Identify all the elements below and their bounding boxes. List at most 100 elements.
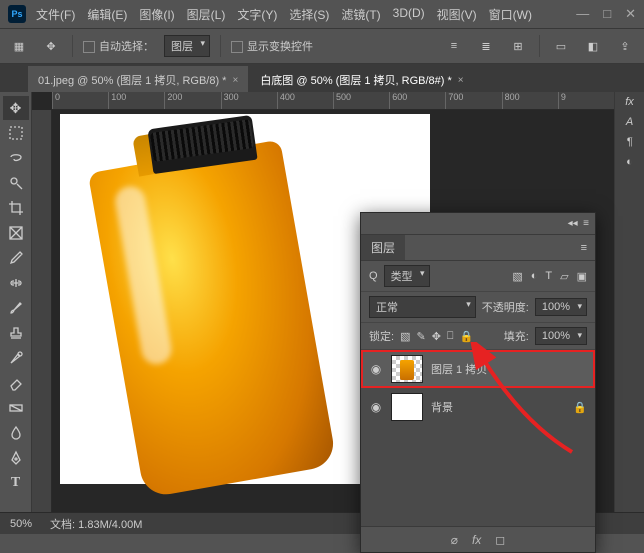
frame-tool[interactable]	[3, 221, 29, 245]
window-controls: — □ ✕	[576, 6, 636, 22]
maximize-button[interactable]: □	[603, 6, 611, 22]
fx-icon[interactable]: fx	[472, 533, 481, 547]
move-tool-icon[interactable]: ✥	[40, 35, 62, 57]
menu-view[interactable]: 视图(V)	[437, 6, 477, 23]
filter-pixel-icon[interactable]: ▧	[512, 270, 522, 283]
lock-label: 锁定:	[369, 328, 394, 344]
brush-tool[interactable]	[3, 296, 29, 320]
show-transform-label: 显示变换控件	[247, 41, 313, 53]
ruler-tick: 300	[221, 92, 277, 109]
align-icon[interactable]: ⊞	[507, 35, 529, 57]
layer-filter-row: Q 类型 ▧ ◐ T ▱ ▣	[361, 261, 595, 292]
layers-panel: ◂◂ ≡ 图层 ≡ Q 类型 ▧ ◐ T ▱ ▣ 正常 不透明度: 100% 锁…	[360, 212, 596, 553]
menu-layer[interactable]: 图层(L)	[187, 6, 226, 23]
tab-01jpeg[interactable]: 01.jpeg @ 50% (图层 1 拷贝, RGB/8) *×	[28, 66, 248, 92]
layer-thumbnail[interactable]	[391, 393, 423, 421]
opacity-input[interactable]: 100%	[535, 298, 587, 316]
paragraph-icon[interactable]: ¶	[627, 136, 633, 148]
type-tool[interactable]: T	[3, 471, 29, 495]
menu-3d[interactable]: 3D(D)	[393, 6, 425, 23]
layer-name[interactable]: 图层 1 拷贝	[431, 361, 487, 377]
gradient-tool[interactable]	[3, 396, 29, 420]
ruler-tick: 600	[389, 92, 445, 109]
close-button[interactable]: ✕	[625, 6, 636, 22]
filter-type-icon[interactable]: T	[545, 270, 552, 283]
layer-name[interactable]: 背景	[431, 399, 453, 415]
right-icon-rail: fx A ¶ ◐	[614, 92, 644, 512]
healing-tool[interactable]	[3, 271, 29, 295]
lock-icon: 🔒	[573, 401, 587, 414]
panel-menu-icon[interactable]: ≡	[581, 242, 587, 254]
app-logo: Ps	[8, 5, 26, 23]
blend-mode-select[interactable]: 正常	[369, 296, 476, 318]
eraser-tool[interactable]	[3, 371, 29, 395]
tab-whitebg[interactable]: 白底图 @ 50% (图层 1 拷贝, RGB/8#) *×	[250, 66, 473, 92]
eyedropper-tool[interactable]	[3, 246, 29, 270]
crop-tool[interactable]	[3, 196, 29, 220]
fill-label: 填充:	[504, 328, 529, 344]
lock-pos-icon[interactable]: ✥	[432, 330, 441, 343]
tool-bar: ✥ T	[0, 92, 32, 512]
mask-icon[interactable]: ◻	[495, 533, 505, 547]
panel-header[interactable]: ◂◂ ≡	[361, 213, 595, 235]
filter-kind-select[interactable]: 类型	[384, 265, 430, 287]
show-transform-checkbox[interactable]: 显示变换控件	[231, 38, 313, 54]
layers-tab[interactable]: 图层	[361, 235, 405, 260]
move-tool[interactable]: ✥	[3, 96, 29, 120]
filter-shape-icon[interactable]: ▱	[560, 270, 568, 283]
stamp-tool[interactable]	[3, 321, 29, 345]
lasso-tool[interactable]	[3, 146, 29, 170]
share-icon[interactable]: ⇪	[614, 35, 636, 57]
title-bar: Ps 文件(F) 编辑(E) 图像(I) 图层(L) 文字(Y) 选择(S) 滤…	[0, 0, 644, 28]
menu-filter[interactable]: 滤镜(T)	[341, 6, 380, 23]
lock-row: 锁定: ▧ ✎ ✥ ⎕ 🔒 填充: 100%	[361, 323, 595, 350]
swatch-icon[interactable]: ◐	[626, 156, 633, 168]
pen-tool[interactable]	[3, 446, 29, 470]
menu-file[interactable]: 文件(F)	[36, 6, 75, 23]
lock-all-icon[interactable]: 🔒	[460, 330, 474, 343]
mode-icon[interactable]: ◧	[582, 35, 604, 57]
character-icon[interactable]: A	[626, 116, 633, 128]
minimize-button[interactable]: —	[576, 6, 589, 22]
marquee-tool[interactable]	[3, 121, 29, 145]
quick-select-tool[interactable]	[3, 171, 29, 195]
lock-trans-icon[interactable]: ▧	[400, 330, 410, 343]
divider	[539, 35, 540, 57]
home-icon[interactable]: ▦	[8, 35, 30, 57]
fill-input[interactable]: 100%	[535, 327, 587, 345]
history-brush-tool[interactable]	[3, 346, 29, 370]
layer-row-copy[interactable]: ◉ 图层 1 拷贝	[361, 350, 595, 388]
layer-row-background[interactable]: ◉ 背景 🔒	[361, 388, 595, 426]
ruler-tick: 200	[164, 92, 220, 109]
filter-adjust-icon[interactable]: ◐	[531, 270, 538, 283]
blur-tool[interactable]	[3, 421, 29, 445]
close-tab-icon[interactable]: ×	[232, 75, 238, 86]
menu-edit[interactable]: 编辑(E)	[87, 6, 127, 23]
layers-footer: ⌀ fx ◻	[361, 526, 595, 552]
doc-size: 1.83M/4.00M	[78, 519, 142, 531]
menu-window[interactable]: 窗口(W)	[489, 6, 532, 23]
lock-artboard-icon[interactable]: ⎕	[447, 330, 454, 343]
zoom-value[interactable]: 50%	[10, 518, 32, 530]
visibility-icon[interactable]: ◉	[369, 400, 383, 414]
arrange-icon[interactable]: ▭	[550, 35, 572, 57]
layer-thumbnail[interactable]	[391, 355, 423, 383]
align-icon[interactable]: ≡	[443, 35, 465, 57]
ruler-horizontal: 0 100 200 300 400 500 600 700 800 9	[52, 92, 614, 110]
auto-select-target[interactable]: 图层	[164, 35, 210, 57]
link-layers-icon[interactable]: ⌀	[451, 533, 458, 547]
menu-type[interactable]: 文字(Y)	[237, 6, 277, 23]
filter-smart-icon[interactable]: ▣	[577, 270, 587, 283]
fx-icon[interactable]: fx	[625, 96, 634, 108]
close-tab-icon[interactable]: ×	[458, 75, 464, 86]
visibility-icon[interactable]: ◉	[369, 362, 383, 376]
align-icon[interactable]: ≣	[475, 35, 497, 57]
divider	[72, 35, 73, 57]
ruler-vertical	[32, 110, 52, 512]
menu-image[interactable]: 图像(I)	[139, 6, 174, 23]
divider	[220, 35, 221, 57]
menu-select[interactable]: 选择(S)	[289, 6, 329, 23]
lock-image-icon[interactable]: ✎	[416, 330, 425, 343]
auto-select-checkbox[interactable]: 自动选择：	[83, 38, 154, 54]
blend-row: 正常 不透明度: 100%	[361, 292, 595, 323]
